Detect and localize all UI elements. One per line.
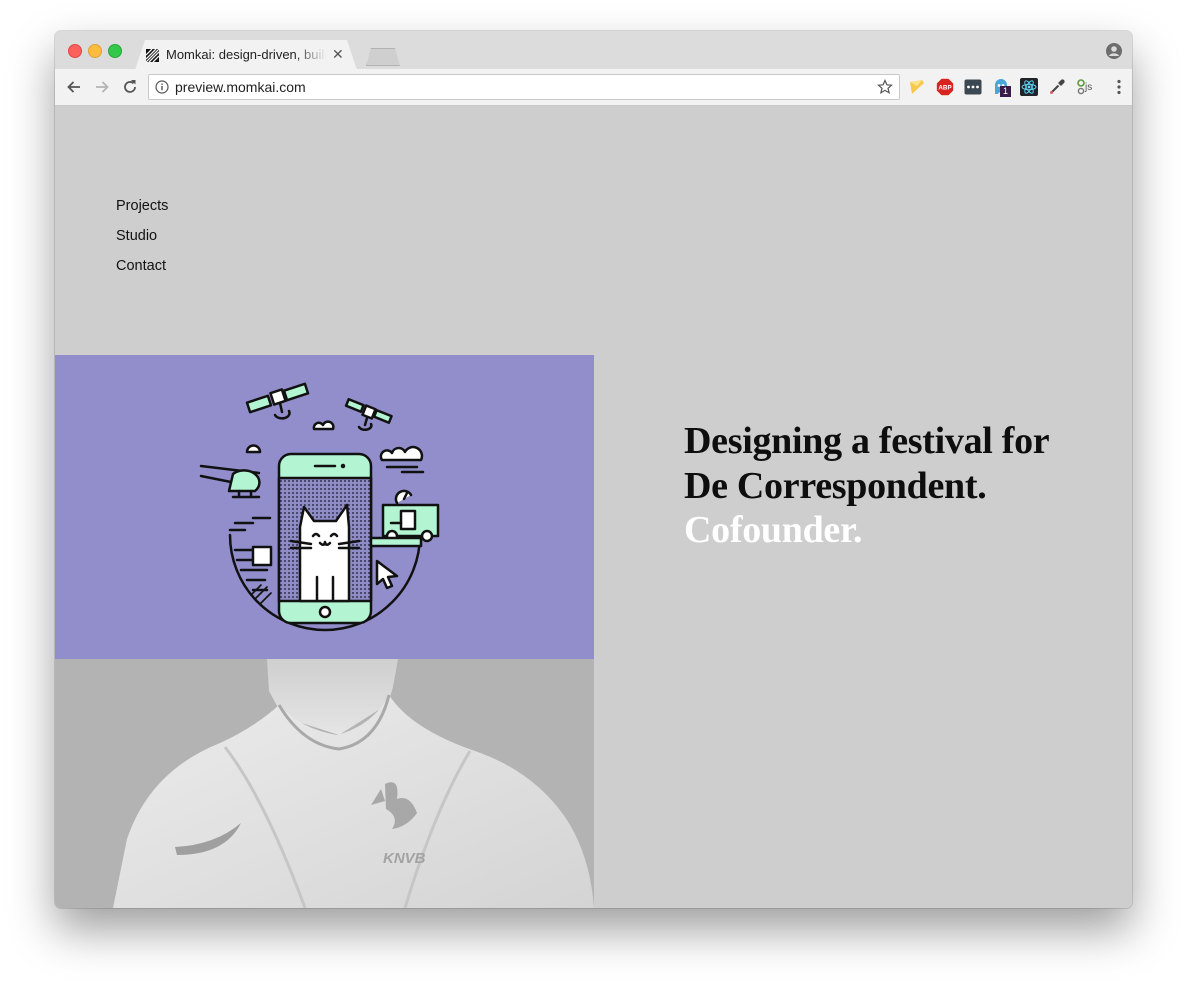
jersey-brand-text: KNVB: [383, 850, 426, 867]
close-window-button[interactable]: [68, 44, 82, 58]
role-text: Cofounder.: [684, 509, 863, 551]
address-bar[interactable]: preview.momkai.com: [148, 74, 900, 100]
cursor-arrow-icon: [375, 559, 399, 590]
project-illustration-panel[interactable]: [55, 355, 594, 659]
reload-icon[interactable]: [120, 77, 140, 97]
satellite-icon: [344, 397, 393, 432]
js-label: js: [1085, 82, 1093, 93]
forward-arrow-icon[interactable]: [92, 77, 112, 97]
tab-close-icon[interactable]: ✕: [332, 46, 344, 63]
extension-badge: 1: [1000, 86, 1011, 97]
ghostery-extension[interactable]: 1: [992, 78, 1014, 100]
phone-cat-illustration: [199, 382, 440, 632]
back-arrow-icon[interactable]: [64, 77, 84, 97]
nav-link-studio[interactable]: Studio: [116, 227, 168, 246]
helicopter-icon: [199, 464, 261, 499]
adblock-label: ABP: [938, 85, 951, 92]
profile-icon[interactable]: [1106, 43, 1122, 59]
adblock-plus-icon[interactable]: ABP: [936, 78, 954, 96]
nav-link-projects[interactable]: Projects: [116, 197, 168, 216]
browser-window: Momkai: design-driven, building products…: [55, 31, 1132, 908]
satellite-icon: [245, 382, 310, 420]
nav-link-contact[interactable]: Contact: [116, 257, 168, 276]
headline-text: Designing a festival for De Corresponden…: [684, 420, 1049, 507]
browser-toolbar: preview.momkai.com ABP 1 js: [55, 69, 1132, 106]
new-tab-button[interactable]: [366, 48, 400, 66]
minimize-window-button[interactable]: [88, 44, 102, 58]
page-content: Projects Studio Contact KNVB Designing a…: [55, 106, 1132, 908]
url-text: preview.momkai.com: [175, 79, 306, 95]
main-nav: Projects Studio Contact: [116, 197, 168, 287]
browser-tab-active[interactable]: Momkai: design-driven, building products…: [135, 40, 357, 70]
tab-title: Momkai: design-driven, building products: [166, 47, 326, 62]
lastpass-extension-icon[interactable]: [964, 78, 982, 96]
tab-strip: Momkai: design-driven, building products…: [55, 31, 1132, 70]
bookmark-star-icon[interactable]: [877, 79, 893, 95]
jersey-photo-panel[interactable]: KNVB: [55, 659, 594, 908]
momkai-favicon-icon: [146, 49, 159, 62]
football-jersey-image: KNVB: [113, 659, 594, 908]
javascript-toggle-extension[interactable]: js: [1076, 78, 1096, 96]
highlighter-extension-icon[interactable]: [908, 78, 926, 96]
kebab-menu-icon[interactable]: [1116, 79, 1122, 95]
tv-van-icon: [381, 489, 440, 543]
info-icon[interactable]: [155, 80, 169, 94]
eyedropper-icon[interactable]: [1048, 78, 1066, 96]
project-headline[interactable]: Designing a festival for De Corresponden…: [684, 419, 1064, 553]
react-devtools-icon[interactable]: [1020, 78, 1038, 96]
zoom-window-button[interactable]: [108, 44, 122, 58]
